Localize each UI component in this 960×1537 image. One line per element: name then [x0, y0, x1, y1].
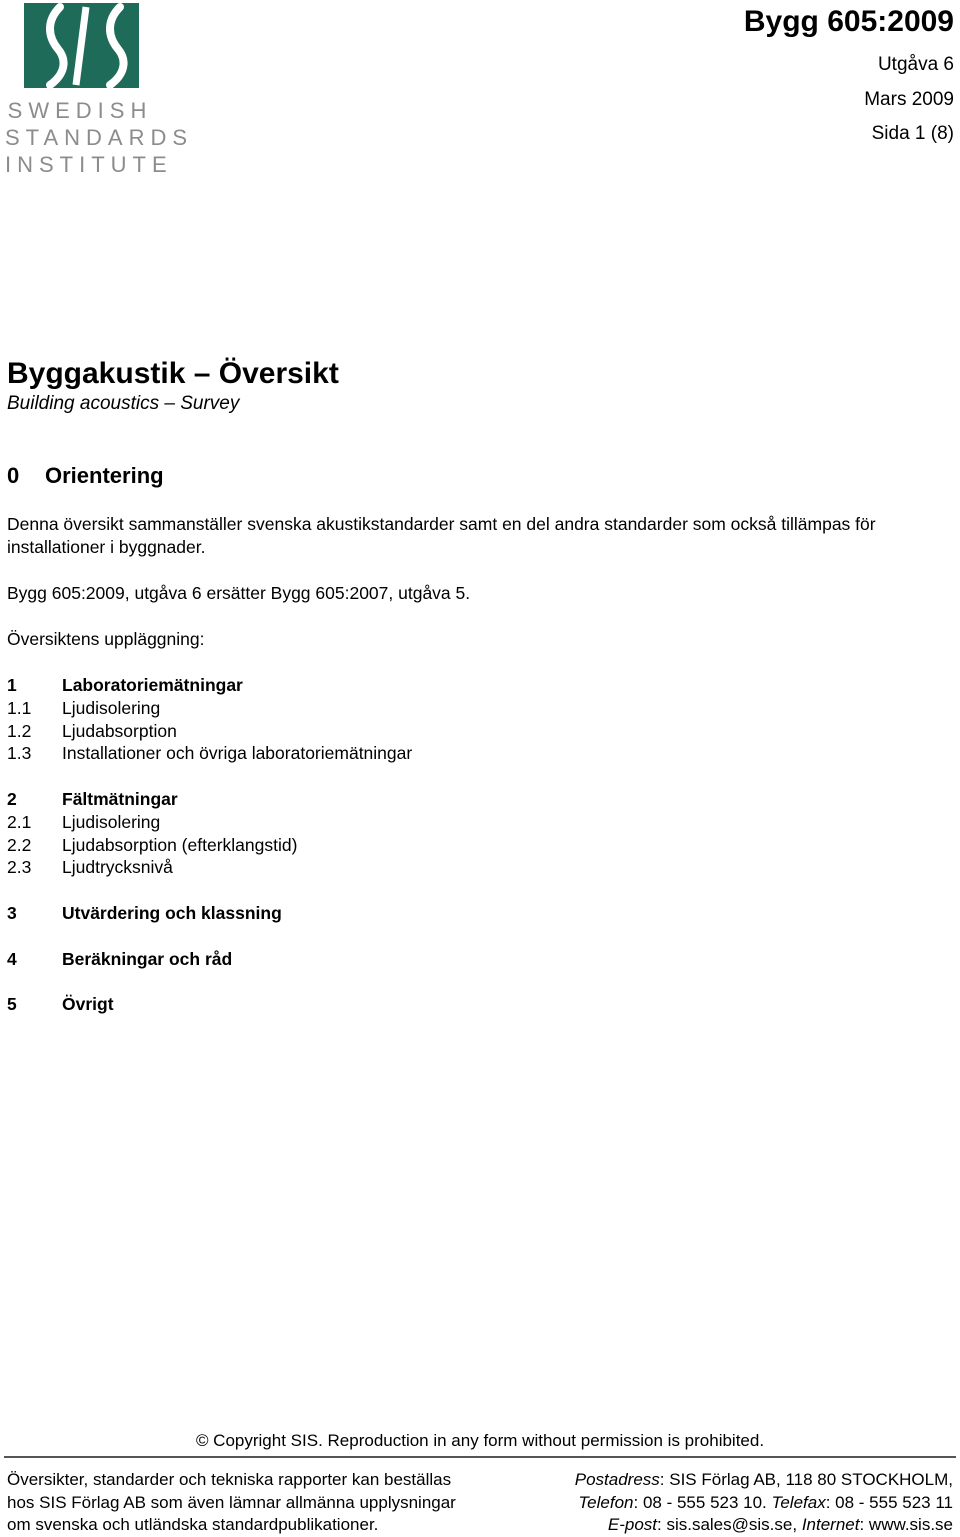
- document-meta: Bygg 605:2009 Utgåva 6 Mars 2009 Sida 1 …: [744, 4, 954, 152]
- logo-text-swedish: SWEDISH: [7, 98, 153, 123]
- intro-paragraph: Denna översikt sammanställer svenska aku…: [7, 514, 876, 557]
- page-number: Sida 1 (8): [871, 123, 954, 144]
- section-title: Orientering: [45, 463, 164, 488]
- section-number: 0: [7, 463, 20, 488]
- toc-heading: 1 Laboratoriemätningar: [7, 675, 243, 695]
- toc-item: 1.1 Ljudisolering: [7, 697, 161, 718]
- toc-item: 2.1 Ljudisolering: [7, 811, 161, 832]
- document-id: Bygg 605:2009: [743, 5, 954, 38]
- edition: Utgåva 6: [877, 54, 954, 75]
- contact-info: Postadress: SIS Förlag AB, 118 80 STOCKH…: [575, 1469, 953, 1537]
- postal-address: Postadress: SIS Förlag AB, 118 80 STOCKH…: [574, 1470, 953, 1489]
- table-of-contents: 1 Laboratoriemätningar 1.1 Ljudisolering 1…: [7, 674, 412, 1016]
- website-link[interactable]: www.sis.se: [869, 1515, 953, 1534]
- ordering-info: Översikter, standarder och tekniska rapp…: [7, 1470, 456, 1534]
- section-heading-orientering: 0 Orientering: [7, 462, 164, 490]
- footer-divider: [4, 1456, 956, 1458]
- logo-text-institute: INSTITUTE: [5, 152, 173, 177]
- sis-logo-mark-icon: [24, 3, 139, 89]
- toc-item: 2.3 Ljudtrycksnivå: [7, 857, 173, 878]
- toc-heading: 5 Övrigt: [7, 994, 114, 1015]
- toc-item: 1.2 Ljudabsorption: [7, 720, 177, 741]
- structure-label: Översiktens uppläggning:: [7, 629, 205, 649]
- document-subtitle-english: Building acoustics – Survey: [7, 393, 240, 414]
- toc-item: 1.3 Installationer och övriga laboratorie…: [7, 743, 413, 764]
- email-internet: E-post: sis.sales@sis.se, Internet: www.…: [607, 1515, 953, 1534]
- email-link[interactable]: sis.sales@sis.se: [666, 1515, 792, 1534]
- replacement-note: Bygg 605:2009, utgåva 6 ersätter Bygg 60…: [7, 583, 471, 603]
- publication-date: Mars 2009: [864, 88, 954, 110]
- toc-heading: 3 Utvärdering och klassning: [7, 902, 282, 923]
- phone-fax: Telefon: 08 - 555 523 10. Telefax: 08 - …: [578, 1492, 953, 1512]
- toc-item: 2.2 Ljudabsorption (efterklangstid): [7, 834, 298, 855]
- toc-heading: 2 Fältmätningar: [7, 788, 178, 809]
- document-title: Byggakustik – Översikt: [7, 357, 339, 390]
- logo-text-standards: STANDARDS: [5, 125, 194, 150]
- toc-heading: 4 Beräkningar och råd: [7, 948, 233, 969]
- copyright-notice: © Copyright SIS. Reproduction in any for…: [195, 1431, 765, 1450]
